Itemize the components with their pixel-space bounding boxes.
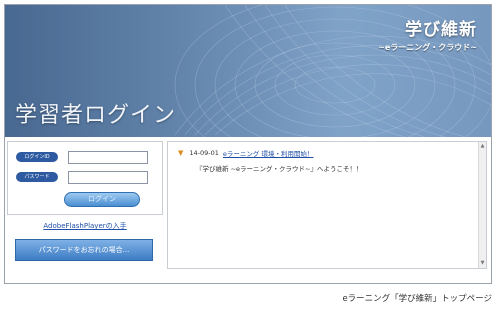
page-title: 学習者ログイン [15, 103, 177, 128]
login-button[interactable]: ログイン [64, 192, 140, 207]
news-item: ▼ 14-09-01 eラーニング 環境・利用開始！ 『学び維新 ~eラーニング… [178, 148, 468, 173]
news-date: 14-09-01 [189, 149, 219, 157]
login-id-label: ログインID [16, 152, 58, 162]
app-window: 学び維新 ~eラーニング・クラウド~ 学習者ログイン ログインID パスワード … [4, 4, 492, 284]
news-title-link[interactable]: eラーニング 環境・利用開始！ [223, 148, 314, 158]
login-id-input[interactable] [68, 150, 148, 164]
news-scrollbar[interactable]: ▲ ▼ [478, 142, 486, 268]
header-banner: 学び維新 ~eラーニング・クラウド~ 学習者ログイン [5, 5, 491, 137]
figure-caption: eラーニング「学び維新」トップページ [342, 294, 492, 304]
password-row: パスワード [16, 170, 148, 184]
login-form: ログインID パスワード ログイン [7, 141, 163, 215]
brand-logo: 学び維新 ~eラーニング・クラウド~ [378, 15, 477, 53]
triangle-down-icon: ▼ [178, 149, 184, 157]
news-body: 『学び維新 ~eラーニング・クラウド~』へようこそ！！ [196, 165, 363, 173]
brand-logo-main: 学び維新 [405, 20, 477, 40]
password-input[interactable] [68, 170, 148, 184]
brand-logo-subtitle: ~eラーニング・クラウド~ [378, 43, 477, 52]
login-panel: ログインID パスワード ログイン AdobeFlashPlayerの入手 パス… [7, 141, 163, 281]
news-header-row: ▼ 14-09-01 eラーニング 環境・利用開始！ [178, 148, 468, 158]
login-id-row: ログインID [16, 150, 148, 164]
flash-player-link[interactable]: AdobeFlashPlayerの入手 [7, 221, 163, 231]
forgot-password-button[interactable]: パスワードをお忘れの場合... [15, 239, 153, 261]
news-panel: ▼ 14-09-01 eラーニング 環境・利用開始！ 『学び維新 ~eラーニング… [167, 141, 487, 269]
arrow-down-icon[interactable]: ▼ [479, 260, 486, 267]
password-label: パスワード [16, 172, 58, 182]
arrow-up-icon[interactable]: ▲ [479, 143, 486, 150]
